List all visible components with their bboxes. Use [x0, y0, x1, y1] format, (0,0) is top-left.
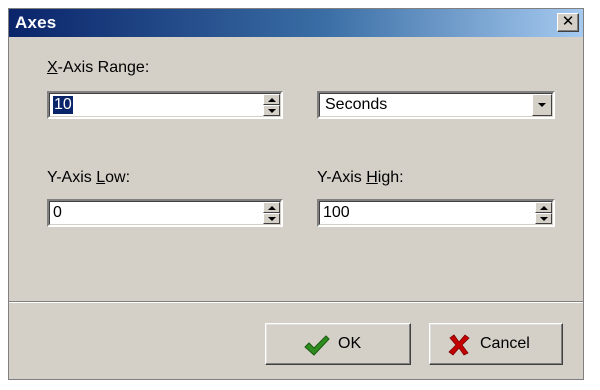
chevron-down-icon: [538, 103, 546, 107]
footer-separator-highlight: [9, 302, 583, 303]
y-axis-high-down-button[interactable]: [535, 213, 552, 224]
units-dropdown[interactable]: Seconds: [317, 91, 555, 119]
arrow-up-icon: [268, 206, 276, 210]
dialog-title: Axes: [15, 13, 57, 32]
x-axis-range-label: X-Axis Range:: [47, 59, 150, 76]
ok-button[interactable]: OK: [265, 323, 411, 365]
cancel-button-label: Cancel: [480, 335, 530, 352]
x-axis-range-input[interactable]: 10: [53, 96, 73, 114]
units-dropdown-button[interactable]: [532, 94, 552, 116]
x-axis-range-up-button[interactable]: [263, 94, 280, 105]
y-axis-low-label: Y-Axis Low:: [47, 169, 131, 186]
arrow-up-icon: [540, 206, 548, 210]
y-axis-high-up-button[interactable]: [535, 202, 552, 213]
title-bar: Axes ✕: [9, 9, 583, 37]
checkmark-icon: [304, 335, 330, 356]
y-axis-low-up-button[interactable]: [263, 202, 280, 213]
x-icon: [448, 334, 470, 356]
y-axis-high-input[interactable]: 100: [323, 204, 350, 222]
y-axis-low-spinner[interactable]: 0: [47, 199, 283, 227]
units-selected-value: Seconds: [325, 96, 388, 113]
y-axis-low-down-button[interactable]: [263, 213, 280, 224]
close-button[interactable]: ✕: [557, 13, 579, 32]
close-icon: ✕: [561, 13, 575, 30]
arrow-up-icon: [268, 98, 276, 102]
axes-dialog: Axes ✕ X-Axis Range: 10 Seconds Y-Axis L…: [8, 8, 584, 380]
x-axis-range-spinner[interactable]: 10: [47, 91, 283, 119]
x-axis-range-down-button[interactable]: [263, 105, 280, 116]
y-axis-low-input[interactable]: 0: [53, 204, 62, 222]
arrow-down-icon: [268, 109, 276, 113]
y-axis-high-label: Y-Axis High:: [317, 169, 404, 186]
y-axis-high-spinner[interactable]: 100: [317, 199, 555, 227]
arrow-down-icon: [268, 217, 276, 221]
arrow-down-icon: [540, 217, 548, 221]
ok-button-label: OK: [338, 335, 362, 352]
cancel-button[interactable]: Cancel: [429, 323, 563, 365]
